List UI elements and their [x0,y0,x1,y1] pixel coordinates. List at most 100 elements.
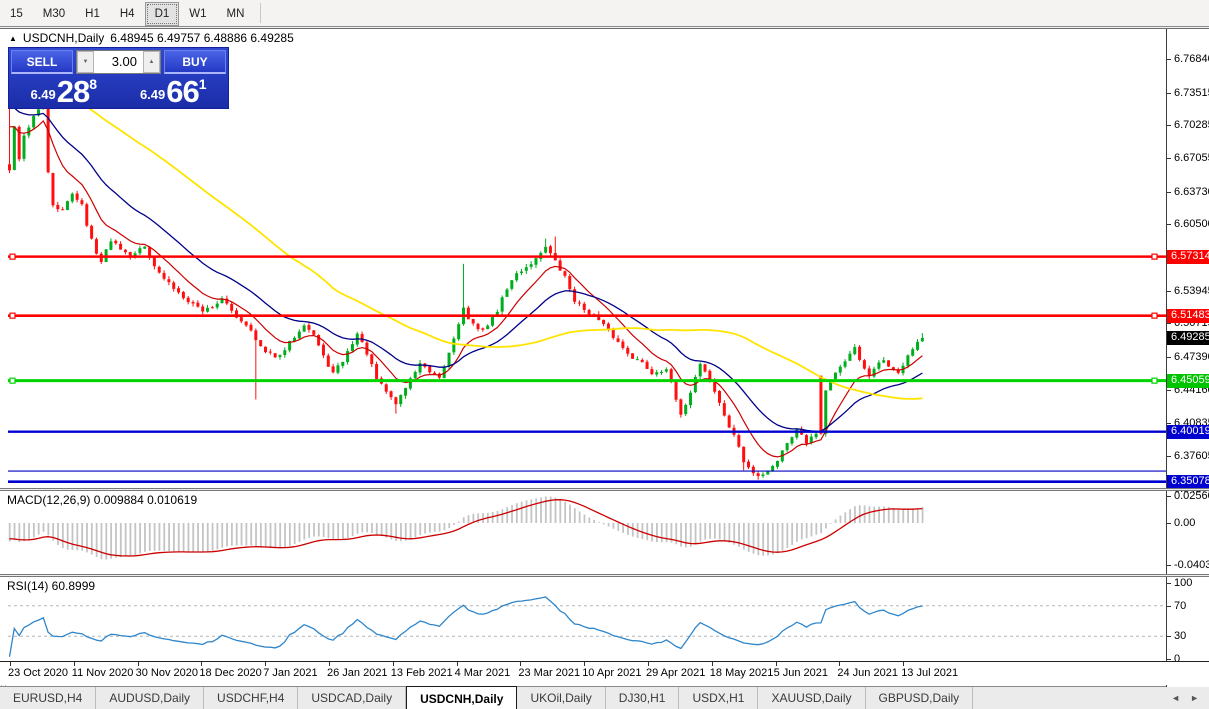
date-axis-tick [201,662,202,666]
volume-input[interactable]: 3.00 [94,51,143,73]
tab-scroll-nav: ◄► [1161,687,1209,709]
chart-tab-usdx[interactable]: USDX,H1 [679,687,758,709]
macd-axis-label: 0.025609 [1174,490,1209,502]
chart-tab-xauusd[interactable]: XAUUSD,Daily [758,687,865,709]
tab-scroll-left-icon[interactable]: ◄ [1171,693,1180,703]
chart-tab-usdcad[interactable]: USDCAD,Daily [298,687,406,709]
date-axis-label: 5 Jun 2021 [774,667,828,679]
price-axis-label: 6.53945 [1174,285,1209,297]
rsi-pane-svg[interactable] [0,577,1166,661]
date-axis-label: 18 Dec 2020 [199,667,261,679]
date-axis-tick [74,662,75,666]
macd-axis-tick [1167,496,1171,497]
date-axis-tick [839,662,840,666]
price-axis-label: 6.60500 [1174,218,1209,230]
date-axis-tick [776,662,777,666]
one-click-trade-widget: SELL ▼ 3.00 ▲ BUY 6.49 28 8 6.49 66 1 [8,47,229,109]
date-axis-tick [520,662,521,666]
price-axis-tick [1167,456,1171,457]
timeframe-button-15[interactable]: 15 [0,2,33,26]
price-level-badge: 6.45059 [1167,374,1209,388]
price-axis-label: 6.70285 [1174,119,1209,131]
chart-tab-eurusd[interactable]: EURUSD,H4 [0,687,96,709]
rsi-axis-tick [1167,659,1171,660]
chart-tab-usdchf[interactable]: USDCHF,H4 [204,687,298,709]
sell-price-display: 6.49 28 8 [9,75,119,107]
price-axis-label: 6.47390 [1174,351,1209,363]
price-axis-tick [1167,158,1171,159]
chart-tab-gbpusd[interactable]: GBPUSD,Daily [866,687,974,709]
date-axis-label: 23 Oct 2020 [8,667,68,679]
volume-increase-button[interactable]: ▲ [143,51,160,73]
date-axis-label: 11 Nov 2020 [72,667,134,679]
price-axis-tick [1167,390,1171,391]
macd-axis-tick [1167,565,1171,566]
date-axis-label: 13 Feb 2021 [391,667,453,679]
timeframe-button-h1[interactable]: H1 [75,2,110,26]
sell-price-superscript: 8 [89,76,97,92]
rsi-indicator-label: RSI(14) 60.8999 [7,579,95,593]
sell-button[interactable]: SELL [11,50,73,74]
date-axis-tick [265,662,266,666]
timeframe-button-h4[interactable]: H4 [110,2,145,26]
toolbar-separator [260,3,261,23]
rsi-axis-label: 100 [1174,577,1192,589]
chart-tab-usdcnh[interactable]: USDCNH,Daily [406,686,517,709]
price-axis-label: 6.63730 [1174,186,1209,198]
date-axis-label: 30 Nov 2020 [136,667,198,679]
date-axis: 23 Oct 2020 11 Nov 202030 Nov 202018 Dec … [0,661,1209,685]
price-axis-tick [1167,192,1171,193]
chart-tab-ukoil[interactable]: UKOil,Daily [517,687,605,709]
price-level-badge: 6.40019 [1167,425,1209,439]
price-axis-label: 6.73515 [1174,87,1209,99]
date-axis-label: 10 Apr 2021 [582,667,641,679]
buy-price-big: 66 [166,78,198,105]
price-axis-tick [1167,224,1171,225]
rsi-axis-label: 70 [1174,600,1186,612]
date-axis-tick [10,662,11,666]
buy-price-small: 6.49 [140,87,165,102]
timeframe-button-mn[interactable]: MN [217,2,255,26]
timeframe-button-m30[interactable]: M30 [33,2,75,26]
date-axis-tick [138,662,139,666]
date-axis-label: 29 Apr 2021 [646,667,705,679]
date-axis-label: 24 Jun 2021 [837,667,898,679]
collapse-arrow-icon[interactable]: ▲ [9,34,17,43]
price-level-badge: 6.35078 [1167,475,1209,489]
sell-price-small: 6.49 [30,87,55,102]
timeframe-button-w1[interactable]: W1 [179,2,216,26]
price-axis-tick [1167,93,1171,94]
chart-window[interactable]: ▲ USDCNH,Daily 6.48945 6.49757 6.48886 6… [0,28,1209,686]
chart-ohlc-readout: 6.48945 6.49757 6.48886 6.49285 [110,31,294,45]
rsi-axis-label: 30 [1174,630,1186,642]
buy-button[interactable]: BUY [164,50,226,74]
date-axis-label: 26 Jan 2021 [327,667,388,679]
pane-splitter[interactable] [0,574,1209,577]
date-axis-tick [712,662,713,666]
rsi-axis-tick [1167,583,1171,584]
chart-tab-dj30[interactable]: DJ30,H1 [606,687,680,709]
volume-decrease-button[interactable]: ▼ [77,51,94,73]
volume-spinner: ▼ 3.00 ▲ [76,50,161,74]
date-axis-tick [457,662,458,666]
chart-symbol-title: USDCNH,Daily [23,31,104,45]
chart-tab-audusd[interactable]: AUDUSD,Daily [96,687,204,709]
rsi-axis-tick [1167,606,1171,607]
price-level-badge: 6.51483 [1167,309,1209,323]
date-axis-tick [584,662,585,666]
tab-scroll-right-icon[interactable]: ► [1190,693,1199,703]
date-axis-tick [648,662,649,666]
date-axis-label: 23 Mar 2021 [518,667,580,679]
macd-axis-label: -0.04038 [1174,559,1209,571]
price-level-badge: 6.57314 [1167,250,1209,264]
timeframe-toolbar: 15M30H1H4D1W1MN [0,0,1209,27]
date-axis-label: 4 Mar 2021 [455,667,511,679]
price-level-badge: 6.49285 [1167,331,1209,345]
date-axis-tick [329,662,330,666]
rsi-axis-tick [1167,636,1171,637]
date-axis-label: 13 Jul 2021 [901,667,958,679]
timeframe-button-d1[interactable]: D1 [145,2,180,26]
chart-title-bar: ▲ USDCNH,Daily 6.48945 6.49757 6.48886 6… [9,31,294,45]
pane-splitter[interactable] [0,488,1209,491]
price-axis-tick [1167,357,1171,358]
